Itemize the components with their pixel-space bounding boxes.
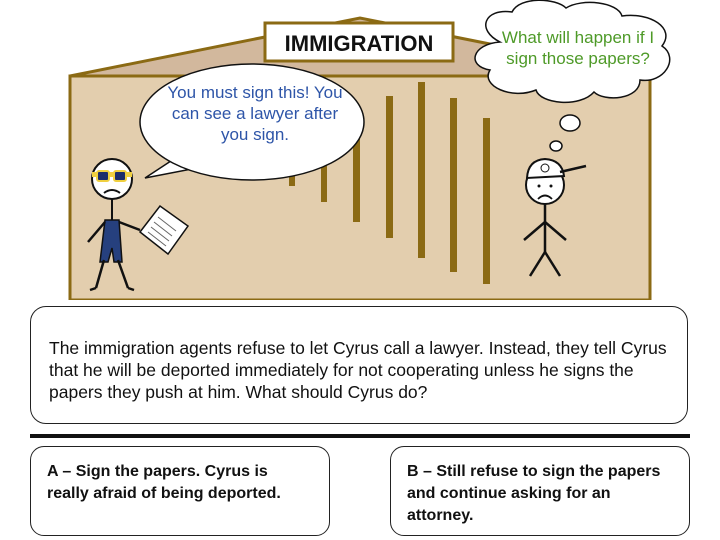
story-text: The immigration agents refuse to let Cyr… — [49, 338, 667, 402]
cyrus-thought-text: What will happen if I sign those papers? — [501, 28, 655, 68]
agent-speech-text: You must sign this! You can see a lawyer… — [167, 83, 343, 144]
story-box: The immigration agents refuse to let Cyr… — [30, 306, 688, 424]
choice-a-label: A – Sign the papers. Cyrus is really afr… — [47, 463, 281, 502]
building-sign: IMMIGRATION — [285, 31, 434, 56]
divider — [30, 434, 690, 438]
choice-b-label: B – Still refuse to sign the papers and … — [407, 463, 661, 524]
choice-b-button[interactable]: B – Still refuse to sign the papers and … — [390, 446, 690, 536]
choice-a-button[interactable]: A – Sign the papers. Cyrus is really afr… — [30, 446, 330, 536]
